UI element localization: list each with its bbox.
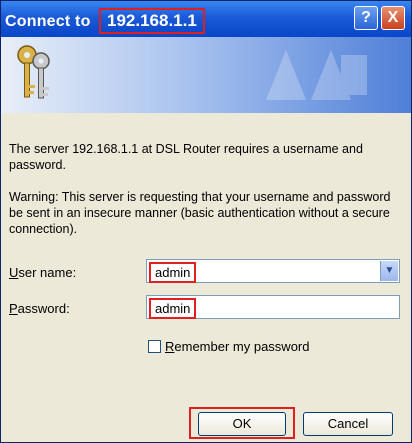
ok-button[interactable]: OK (198, 412, 286, 436)
user-name-value: admin (149, 262, 197, 283)
server-message: The server 192.168.1.1 at DSL Router req… (9, 142, 363, 172)
password-label: Password: (9, 301, 70, 316)
header-banner (1, 37, 411, 113)
remember-password-option[interactable]: Remember my password (148, 339, 310, 354)
password-field[interactable]: admin (146, 295, 400, 319)
warning-message: Warning: This server is requesting that … (9, 190, 391, 236)
remember-password-label: Remember my password (165, 339, 310, 354)
chevron-down-icon[interactable]: ▼ (380, 261, 398, 281)
window-title: Connect to 192.168.1.1 (5, 8, 205, 34)
keys-icon (17, 45, 50, 99)
remember-label-text: emember my password (174, 339, 310, 354)
remember-password-checkbox[interactable] (148, 340, 161, 353)
remember-mnemonic: R (165, 339, 175, 354)
user-name-mnemonic: U (9, 265, 19, 280)
title-ip-address: 192.168.1.1 (99, 8, 205, 34)
user-name-field[interactable]: admin ▼ (146, 259, 400, 283)
help-icon[interactable]: ? (354, 6, 378, 30)
cancel-button[interactable]: Cancel (303, 412, 393, 436)
banner-decoration (266, 50, 367, 100)
user-name-label: User name: (9, 265, 76, 280)
password-value: admin (149, 298, 197, 319)
user-name-label-text: ser name: (18, 265, 77, 280)
title-bar[interactable]: Connect to 192.168.1.1 ? X (1, 1, 411, 37)
title-prefix: Connect to (5, 13, 91, 30)
password-label-text: assword: (17, 301, 70, 316)
login-dialog: Connect to 192.168.1.1 ? X The server 19… (0, 0, 412, 443)
close-icon[interactable]: X (381, 6, 405, 30)
password-mnemonic: P (9, 301, 18, 316)
